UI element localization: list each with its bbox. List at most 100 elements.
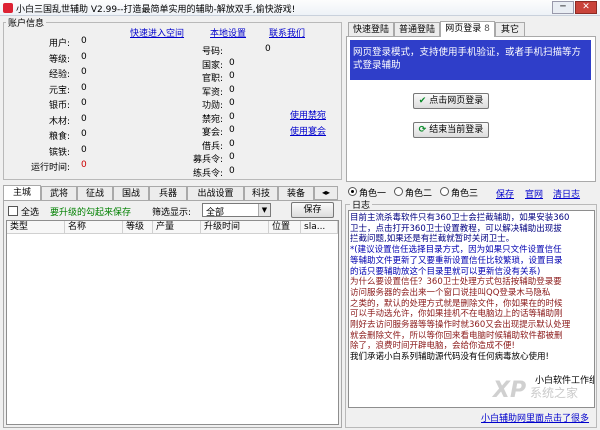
tab-close-icon[interactable]: 8 (484, 24, 490, 34)
log-line: 的话只要辅助放这个目录里就可以更新信没有关系) (350, 266, 541, 277)
minimize-button[interactable]: ─ (552, 1, 574, 14)
close-button[interactable]: ✕ (575, 1, 597, 14)
filter-show-label: 筛选显示: (152, 208, 192, 218)
field-label: 募兵令: (192, 155, 223, 165)
column-header-sla[interactable]: sla... (301, 221, 338, 234)
clear-log-link[interactable]: 清日志 (553, 187, 580, 200)
log-line: 拦截问题,如果还是有拦截就暂时关闭卫士。 (350, 234, 515, 245)
field-value: 0 (229, 111, 235, 122)
tab-other[interactable]: 其它 (495, 22, 525, 36)
column-header-name[interactable]: 名称 (65, 221, 123, 234)
field-label: 军资: (201, 87, 223, 98)
field-label: 国家: (201, 60, 223, 71)
column-header-position[interactable]: 位置 (269, 221, 301, 234)
role1-radio[interactable] (348, 187, 357, 196)
web-login-button-label: 点击网页登录 (429, 96, 484, 106)
log-line: 目前主流杀毒软件只有360卫士会拦截辅助，如果安装360 (350, 213, 570, 223)
field-value: 0 (81, 82, 87, 93)
column-header-level[interactable]: 等级 (123, 221, 153, 234)
use-yanhui-link[interactable]: 使用宴会 (290, 124, 326, 137)
field-value: 0 (265, 44, 271, 54)
field-value: 0 (81, 51, 87, 62)
column-header-output[interactable]: 产量 (153, 221, 201, 234)
log-line: 之类的，默认的处理方式就是删除文件，你如果在的时候 (350, 298, 563, 309)
field-label: 银币: (48, 101, 70, 111)
log-line: 我们承诺小白系列辅助源代码没有任何病毒放心使用! (350, 352, 549, 363)
official-site-link[interactable]: 官网 (525, 187, 543, 200)
login-info-text: 网页登录模式，支持使用手机验证，或者手机扫描等方式登录辅助 (350, 40, 591, 80)
use-jinyuan-link[interactable]: 使用禁宛 (290, 108, 326, 121)
tab-web-login-label: 网页登录 (445, 24, 482, 34)
field-value: 0 (81, 129, 87, 139)
field-label: 粮食: (48, 132, 70, 142)
save-filter-button[interactable]: 保存 (291, 202, 334, 218)
log-line: 访问服务器的会出来一个窗口说挂叫QQ登录木马隐私 (350, 287, 551, 298)
tab-generals[interactable]: 武将 (41, 186, 77, 200)
local-settings-link[interactable]: 本地设置 (210, 26, 246, 39)
field-value: 0 (81, 36, 87, 46)
field-label: 借兵: (201, 141, 223, 152)
column-header-upgrade-time[interactable]: 升级时间 (201, 221, 269, 234)
log-lines: 目前主流杀毒软件只有360卫士会拦截辅助，如果安装360 卫士，点击打开360卫士… (349, 211, 594, 363)
watermark-logo: XP (493, 378, 527, 403)
field-label: 运行时间: (30, 163, 70, 173)
tab-quick-login[interactable]: 快速登陆 (348, 22, 394, 36)
refresh-icon: ⟳ (418, 125, 427, 135)
log-line: 刚好去访问服务器等等操作时就360又会出现提示默认处理 (350, 320, 571, 331)
field-value: 0 (81, 67, 87, 77)
web-login-button[interactable]: ✔ 点击网页登录 (413, 93, 489, 109)
end-login-button[interactable]: ⟳ 结束当前登录 (413, 122, 489, 138)
field-label: 功勋: (201, 101, 223, 111)
select-all-label: 全选 (21, 208, 40, 218)
column-header-type[interactable]: 类型 (7, 221, 65, 234)
tab-weapons[interactable]: 兵器 (149, 186, 187, 200)
field-value: 0 (81, 113, 87, 124)
tab-battle-settings[interactable]: 出战设置 (187, 186, 244, 200)
field-label: 禁宛: (201, 114, 223, 125)
filter-select-value: 全部 (206, 208, 225, 218)
field-value: 0 (229, 152, 235, 162)
log-textarea[interactable]: 目前主流杀毒软件只有360卫士会拦截辅助，如果安装360 卫士，点击打开360卫士… (348, 210, 595, 408)
tab-equipment[interactable]: 装备 (278, 186, 314, 200)
tab-main-city[interactable]: 主城 (3, 185, 41, 200)
field-label: 练兵令: (192, 168, 223, 179)
window-title: 小白三国乱世辅助 V2.99--打造最简单实用的辅助-解放双手,偷快游戏! (16, 5, 296, 15)
tab-normal-login[interactable]: 普通登陆 (394, 22, 440, 36)
app-icon (3, 3, 13, 13)
title-bar: 小白三国乱世辅助 V2.99--打造最简单实用的辅助-解放双手,偷快游戏! ─ … (0, 0, 600, 16)
check-icon: ✔ (418, 96, 427, 106)
field-value: 0 (229, 98, 235, 108)
log-line: *(建议设置信任选择目录方式，因为如果只文件设置信任 (350, 245, 562, 256)
tab-scroll-arrows[interactable]: ◂▸ (314, 186, 338, 200)
field-label: 镔铁: (48, 147, 70, 158)
footer-link[interactable]: 小白辅助网里面点击了很多 (481, 411, 589, 424)
log-line: 就会删除文件，所以等你回来看电脑时候辅助软件都被删 (350, 330, 563, 341)
field-label: 等级: (48, 54, 70, 65)
filter-select[interactable]: 全部 ▼ (202, 203, 271, 218)
role3-radio[interactable] (440, 187, 449, 196)
field-value: 0 (81, 98, 87, 108)
field-label: 用户: (48, 39, 70, 49)
field-value: 0 (229, 71, 235, 81)
quick-enter-link[interactable]: 快速进入空间 (130, 26, 184, 39)
field-label: 经验: (48, 70, 70, 80)
account-info-title: 账户信息 (6, 16, 47, 29)
tab-nation-war[interactable]: 国战 (113, 186, 149, 200)
log-line: 等辅助文件更新了又要重新设置信任比较繁琐，设置目录 (350, 255, 563, 266)
field-label: 木材: (48, 116, 70, 127)
field-label: 宴会: (201, 128, 223, 138)
tab-tech[interactable]: 科技 (244, 186, 278, 200)
field-value: 0 (229, 165, 235, 176)
select-all-checkbox[interactable] (8, 206, 18, 216)
radio-dot (351, 190, 354, 193)
tab-campaign[interactable]: 征战 (77, 186, 113, 200)
contact-us-link[interactable]: 联系我们 (269, 26, 305, 39)
field-label: 元宝: (48, 85, 70, 96)
chevron-down-icon: ▼ (258, 204, 270, 216)
field-label: 官职: (201, 74, 223, 84)
tab-web-login[interactable]: 网页登录 8 (440, 21, 495, 37)
save-link[interactable]: 保存 (496, 187, 514, 200)
upgrade-hint: 要升级的勾起来保存 (50, 208, 132, 218)
field-value: 0 (229, 84, 235, 95)
role2-radio[interactable] (394, 187, 403, 196)
